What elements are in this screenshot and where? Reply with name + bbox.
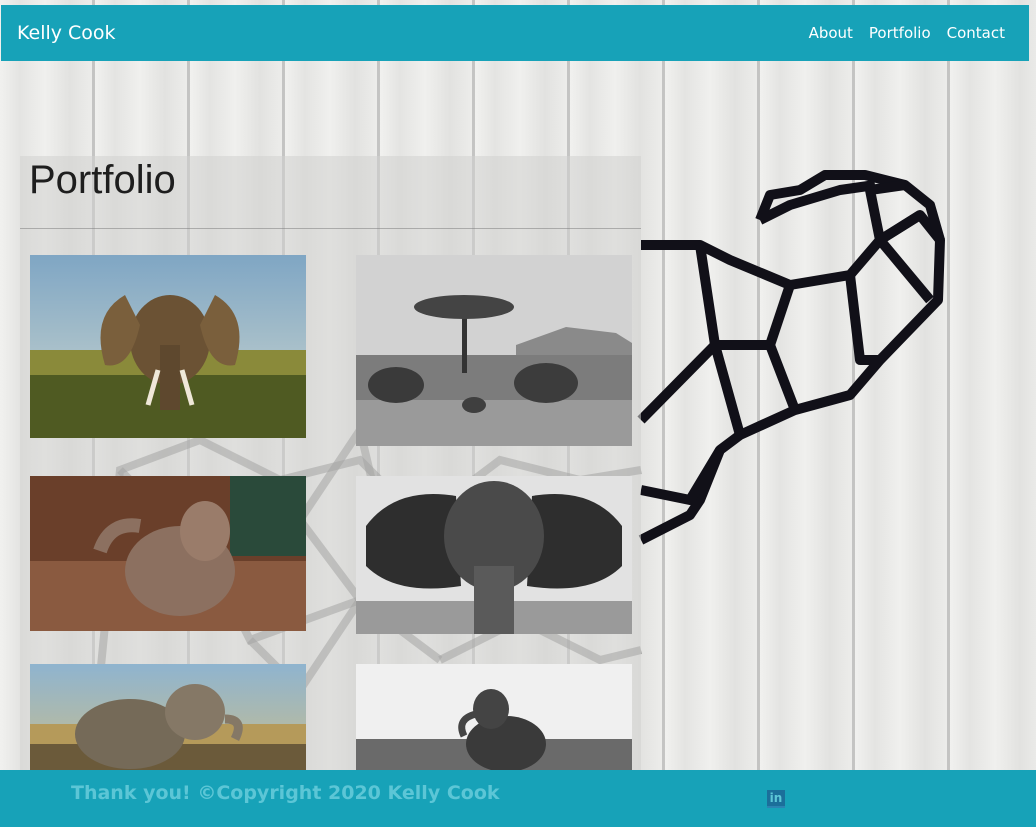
page-title: Portfolio <box>29 158 176 202</box>
title-divider <box>20 228 641 229</box>
portfolio-photo-elephant-drinking[interactable] <box>30 664 306 778</box>
top-navbar: Kelly Cook About Portfolio Contact <box>1 5 1029 61</box>
footer: Thank you! ©Copyright 2020 Kelly Cook in <box>0 770 1036 827</box>
portfolio-photo-elephant-face[interactable] <box>356 476 632 634</box>
nav-link-contact[interactable]: Contact <box>947 24 1005 42</box>
portfolio-panel: Portfolio <box>20 156 641 827</box>
nav-link-about[interactable]: About <box>809 24 853 42</box>
linkedin-icon[interactable]: in <box>767 790 785 808</box>
nav-links: About Portfolio Contact <box>809 24 1005 42</box>
brand-link[interactable]: Kelly Cook <box>17 22 116 44</box>
portfolio-photo-baby-elephant-mud[interactable] <box>30 476 306 631</box>
nav-link-portfolio[interactable]: Portfolio <box>869 24 931 42</box>
portfolio-photo-elephant-herd[interactable] <box>356 255 632 446</box>
footer-copyright: Thank you! ©Copyright 2020 Kelly Cook <box>71 782 500 804</box>
portfolio-photo-elephant-sitting[interactable] <box>356 664 632 778</box>
portfolio-photo-elephant-grassland[interactable] <box>30 255 306 438</box>
